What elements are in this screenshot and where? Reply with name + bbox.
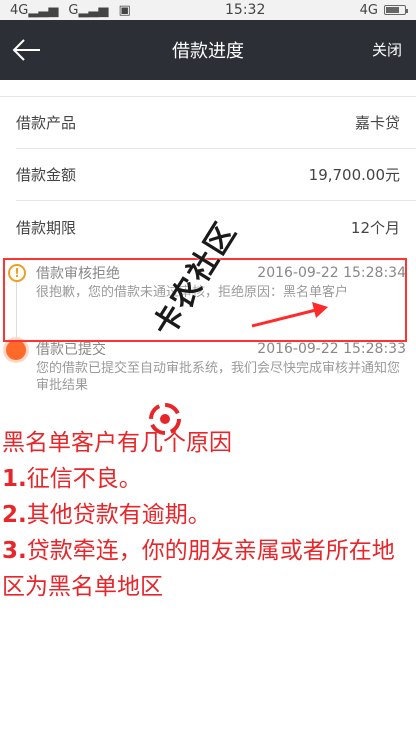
info-value: 嘉卡贷 [354,114,400,132]
timeline-desc: 您的借款已提交至自动审批系统，我们会尽快完成审核并通知您审批结果 [36,361,401,393]
info-value: 19,700.00元 [308,166,400,184]
battery-level [385,7,399,13]
arrow-icon [251,302,328,328]
timeline-title: 借款已提交 [36,342,106,358]
battery-icon [383,5,408,15]
page-title: 借款进度 [172,41,244,62]
annotation-text: 黑名单客户有几个原因 1.征信不良。 2.其他贷款有逾期。 3.贷款牵连，你的朋… [0,425,416,605]
network-label: 4G [359,2,378,18]
info-row-product: 借款产品 嘉卡贷 [16,97,416,149]
nav-bar: 借款进度 关闭 [0,20,416,80]
signal-2: G▂▃▅ [68,2,109,18]
dot-icon [6,340,26,360]
status-right: 4G [359,2,408,18]
back-arrow-icon[interactable] [10,34,44,66]
status-left: 4G▂▃▅ G▂▃▅ ▣ [10,3,131,18]
notification-icon: ▣ [118,2,131,18]
info-row-amount: 借款金额 19,700.00元 [16,149,416,201]
status-time: 15:32 [225,2,266,18]
info-label: 借款金额 [16,166,77,184]
signal-1: 4G▂▃▅ [10,2,59,18]
annotation-item-1: 1.征信不良。 [2,466,142,492]
status-bar: 4G▂▃▅ G▂▃▅ ▣ 15:32 4G [0,0,416,20]
annotation-item-2: 2.其他贷款有逾期。 [2,502,211,528]
info-value: 12个月 [350,218,400,237]
info-label: 借款产品 [16,114,77,132]
annotation-title: 黑名单客户有几个原因 [2,430,232,456]
close-button[interactable]: 关闭 [372,39,402,60]
info-label: 借款期限 [16,218,77,237]
timeline-time: 2016-09-22 15:28:33 [257,341,406,357]
annotation-item-3: 3.贷款牵连，你的朋友亲属或者所在地区为黑名单地区 [2,538,395,600]
timeline-item-submitted: 借款已提交 2016-09-22 15:28:33 您的借款已提交至自动审批系统… [0,338,416,408]
